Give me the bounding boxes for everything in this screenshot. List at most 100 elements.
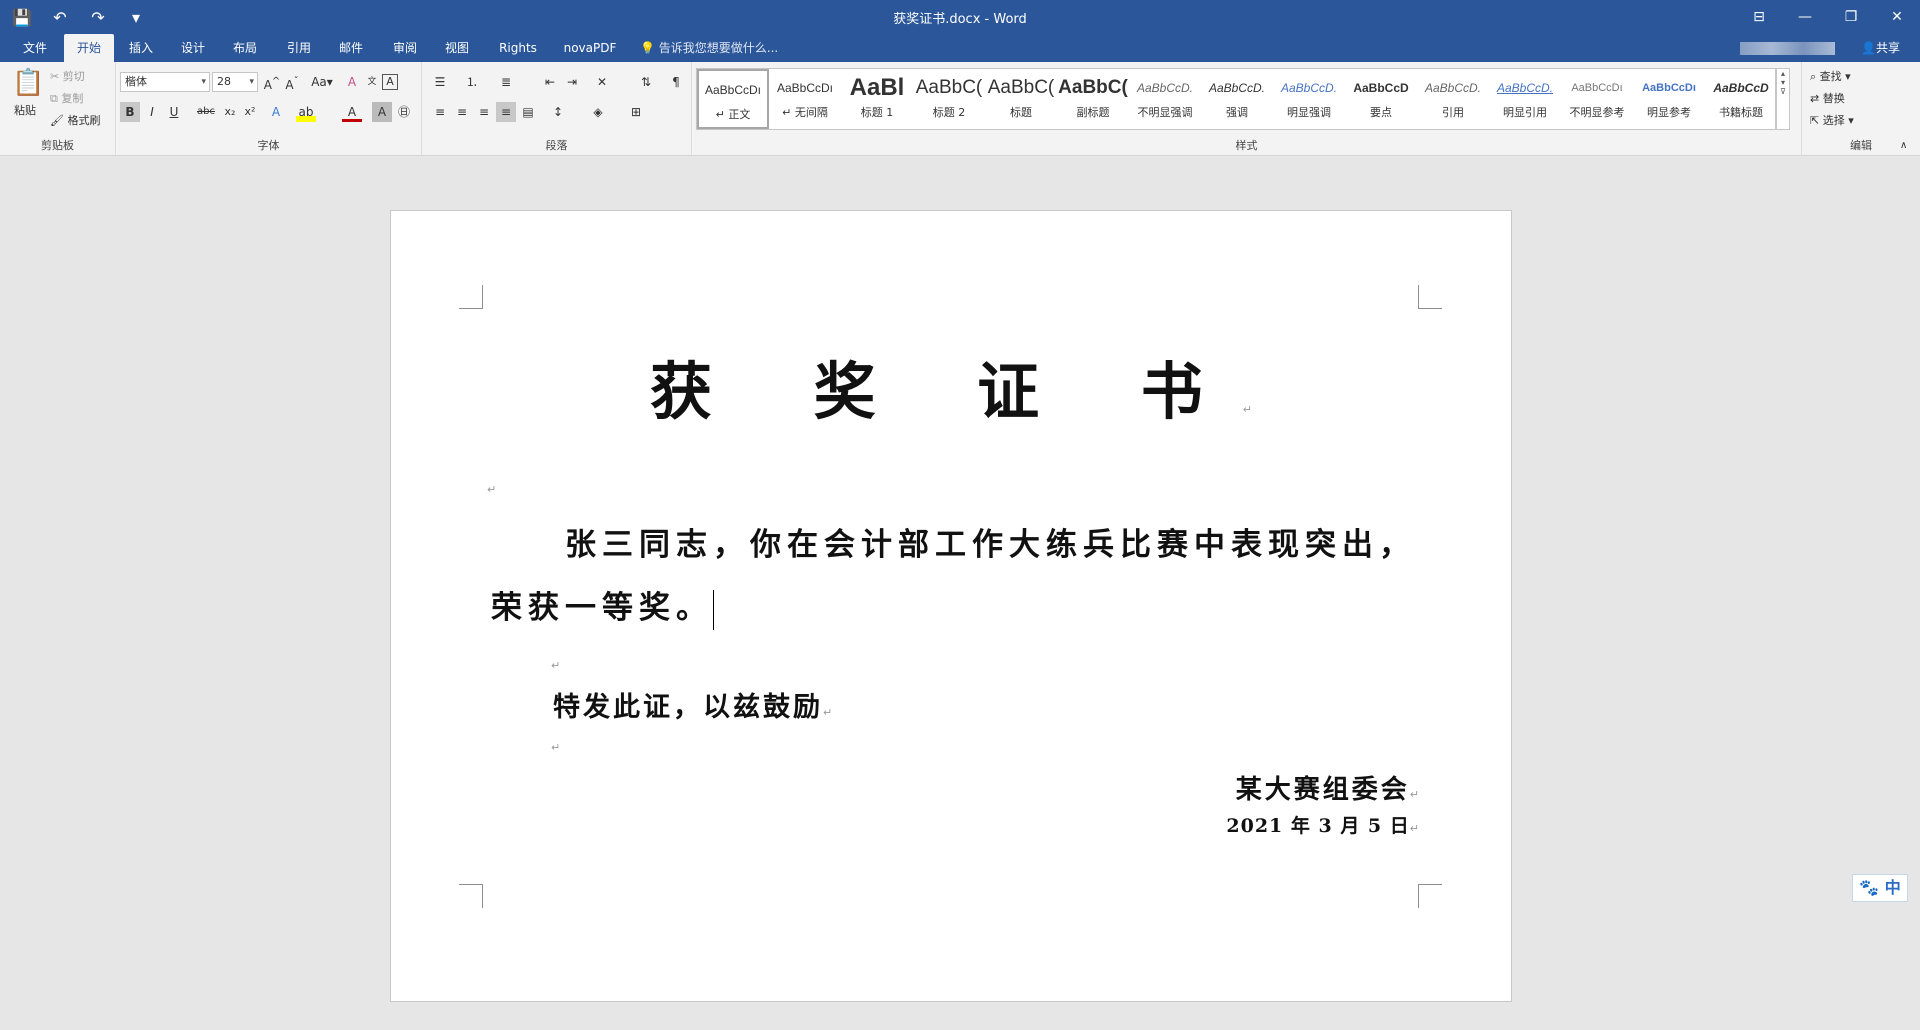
bullets-icon[interactable]: ☰	[430, 72, 450, 92]
user-account-blurred[interactable]	[1740, 42, 1835, 55]
certificate-organizer[interactable]: 某大赛组委会↵	[1236, 769, 1419, 806]
style-preview: AaBbC(	[1058, 77, 1128, 98]
paragraph-group-label: 段落	[545, 139, 568, 152]
enclose-characters-icon[interactable]: ㊐	[394, 102, 414, 122]
style-subtitle[interactable]: AaBbC(副标题	[1057, 69, 1129, 129]
bold-button[interactable]: B	[120, 102, 140, 122]
subscript-button[interactable]: x₂	[220, 102, 240, 122]
paste-icon[interactable]: 📋	[12, 68, 44, 98]
restore-button[interactable]: ❐	[1828, 0, 1874, 34]
font-name-combo[interactable]: 楷体	[120, 72, 210, 92]
align-right-icon[interactable]: ≡	[474, 102, 494, 122]
cut-button[interactable]: ✂ 剪切	[50, 68, 85, 84]
phonetic-guide-icon[interactable]: 文	[362, 72, 382, 92]
italic-button[interactable]: I	[142, 102, 162, 122]
tab-file[interactable]: 文件	[14, 34, 56, 62]
style-emphasis[interactable]: AaBbCcD. 强调	[1201, 69, 1273, 129]
replace-button[interactable]: ⇄ 替换	[1810, 90, 1845, 106]
tab-rights[interactable]: Rights	[494, 34, 542, 62]
minimize-button[interactable]: —	[1782, 0, 1828, 34]
tab-mailings[interactable]: 邮件	[330, 34, 372, 62]
style-name: 明显参考	[1647, 106, 1691, 119]
grow-font-icon[interactable]: A^	[262, 72, 282, 92]
find-button[interactable]: ⌕ 查找 ▾	[1810, 68, 1851, 84]
style-heading-1[interactable]: AaBl 标题 1	[841, 69, 913, 129]
line-spacing-icon[interactable]: ↕	[548, 102, 568, 122]
style-subtle-emphasis[interactable]: AaBbCcD. 不明显强调	[1129, 69, 1201, 129]
share-button[interactable]: 👤共享	[1861, 34, 1900, 62]
close-button[interactable]: ✕	[1874, 0, 1920, 34]
borders-icon[interactable]: ⊞	[626, 102, 646, 122]
strikethrough-button[interactable]: abc	[196, 102, 216, 122]
style-subtle-reference[interactable]: AaBbCcDı 不明显参考	[1561, 69, 1633, 129]
margin-corner-top-right	[1418, 285, 1442, 309]
multilevel-list-icon[interactable]: ≣	[496, 72, 516, 92]
ribbon-display-options-button[interactable]: ⊟	[1736, 0, 1782, 34]
tab-review[interactable]: 审阅	[384, 34, 426, 62]
style-normal[interactable]: AaBbCcDı ↵ 正文	[697, 69, 769, 129]
numbering-icon[interactable]: ⒈	[462, 72, 482, 92]
character-shading-icon[interactable]: A	[372, 102, 392, 122]
ribbon-home: 📋 粘贴 ✂ 剪切 ⧉ 复制 🖌 格式刷 剪贴板 楷体 28 A^ Aˇ Aa▾…	[0, 62, 1920, 156]
format-painter-button[interactable]: 🖌 格式刷	[50, 112, 100, 128]
style-name: 书籍标题	[1719, 106, 1763, 119]
style-strong[interactable]: AaBbCcD 要点	[1345, 69, 1417, 129]
superscript-button[interactable]: x²	[240, 102, 260, 122]
certificate-date[interactable]: 2021 年 3 月 5 日↵	[1226, 811, 1419, 838]
change-case-icon[interactable]: Aa▾	[308, 72, 336, 92]
collapse-ribbon-icon[interactable]: ∧	[1900, 140, 1907, 151]
shrink-font-icon[interactable]: Aˇ	[282, 72, 302, 92]
style-name: 强调	[1226, 106, 1248, 119]
style-preview: AaBbCcD	[1353, 81, 1409, 95]
tab-view[interactable]: 视图	[436, 34, 478, 62]
show-paragraph-marks-icon[interactable]: ¶	[666, 72, 686, 92]
style-title[interactable]: AaBbC(标题	[985, 69, 1057, 129]
font-group: 楷体 28 A^ Aˇ Aa▾ A 文 A B I U abc x₂ x² A …	[116, 62, 422, 156]
shading-icon[interactable]: ◈	[588, 102, 608, 122]
asian-layout-icon[interactable]: ✕	[592, 72, 612, 92]
style-book-title[interactable]: AaBbCcD 书籍标题	[1705, 69, 1777, 129]
highlight-color-icon[interactable]: ab	[296, 102, 316, 122]
certificate-heading[interactable]: 获 奖 证 书↵	[391, 341, 1511, 431]
copy-button[interactable]: ⧉ 复制	[50, 90, 83, 106]
style-quote[interactable]: AaBbCcD. 引用	[1417, 69, 1489, 129]
style-intense-reference[interactable]: AaBbCcDı 明显参考	[1633, 69, 1705, 129]
certificate-closing[interactable]: 特发此证，以兹鼓励↵	[553, 685, 832, 724]
share-label: 共享	[1875, 41, 1900, 55]
decrease-indent-icon[interactable]: ⇤	[540, 72, 560, 92]
underline-button[interactable]: U	[164, 102, 184, 122]
sort-icon[interactable]: ⇅	[636, 72, 656, 92]
character-border-icon[interactable]: A	[382, 74, 398, 90]
font-color-icon[interactable]: A	[342, 102, 362, 122]
tell-me-search[interactable]: 💡 告诉我您想要做什么...	[640, 34, 778, 62]
tab-insert[interactable]: 插入	[120, 34, 162, 62]
justify-icon[interactable]: ≡	[496, 102, 516, 122]
tab-home[interactable]: 开始	[64, 34, 114, 62]
font-size-combo[interactable]: 28	[212, 72, 258, 92]
align-left-icon[interactable]: ≡	[430, 102, 450, 122]
style-intense-emphasis[interactable]: AaBbCcD. 明显强调	[1273, 69, 1345, 129]
ime-indicator[interactable]: 🐾 中	[1852, 874, 1908, 902]
align-center-icon[interactable]: ≡	[452, 102, 472, 122]
styles-gallery-scroll[interactable]: ▴ ▾ ⊽	[1776, 68, 1790, 130]
date-text: 2021 年 3 月 5 日	[1226, 815, 1410, 837]
certificate-body[interactable]: 张三同志，你在会计部工作大练兵比赛中表现突出，荣获一等奖。	[491, 514, 1431, 640]
editing-group: ⌕ 查找 ▾ ⇄ 替换 ⇱ 选择 ▾ 编辑 ∧	[1802, 62, 1920, 156]
increase-indent-icon[interactable]: ⇥	[562, 72, 582, 92]
style-heading-2[interactable]: AaBbC(标题 2	[913, 69, 985, 129]
tell-me-placeholder: 告诉我您想要做什么...	[658, 41, 779, 55]
clear-formatting-icon[interactable]: A	[342, 72, 362, 92]
style-name: 明显引用	[1503, 106, 1547, 119]
tab-references[interactable]: 引用	[278, 34, 320, 62]
distributed-icon[interactable]: ▤	[518, 102, 538, 122]
document-page[interactable]: 获 奖 证 书↵ ↵ 张三同志，你在会计部工作大练兵比赛中表现突出，荣获一等奖。…	[390, 210, 1512, 1002]
style-no-spacing[interactable]: AaBbCcDı ↵ 无间隔	[769, 69, 841, 129]
tab-layout[interactable]: 布局	[224, 34, 266, 62]
paragraph-mark: ↵	[551, 741, 561, 754]
style-intense-quote[interactable]: AaBbCcD. 明显引用	[1489, 69, 1561, 129]
tab-design[interactable]: 设计	[172, 34, 214, 62]
select-button[interactable]: ⇱ 选择 ▾	[1810, 112, 1854, 128]
paste-button[interactable]: 粘贴	[14, 102, 36, 118]
text-effects-icon[interactable]: A	[266, 102, 286, 122]
tab-novapdf[interactable]: novaPDF	[558, 34, 622, 62]
